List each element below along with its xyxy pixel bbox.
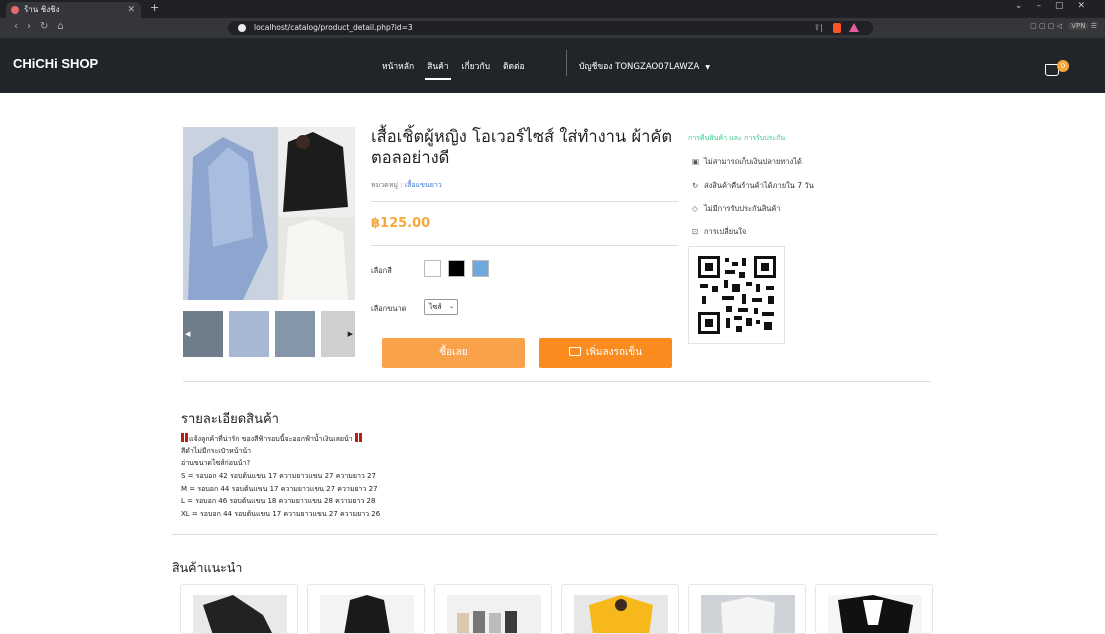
flag-icon	[354, 433, 358, 442]
product-card-image	[574, 595, 668, 633]
browser-tab[interactable]: ร้าน ชิงชิง ✕	[6, 2, 141, 18]
guarantee-text: การเปลี่ยนใจ	[704, 227, 747, 236]
rewards-icon[interactable]	[849, 23, 859, 32]
flag-icon	[358, 433, 362, 442]
size-select[interactable]: ไซส์ ⌄	[424, 299, 458, 315]
address-bar-row: ‹›↻⌂ localhost/catalog/product_detail.ph…	[0, 18, 1105, 38]
flag-icon	[185, 433, 188, 442]
color-swatch-blue[interactable]	[472, 260, 489, 277]
cart-count-badge: 0	[1057, 60, 1069, 72]
main-nav: หน้าหลัก สินค้า เกี่ยวกับ ติดต่อ	[382, 59, 538, 80]
details-line: XL = รอบอก 44 รอบต้นแขน 17 ความยาวแขน 27…	[181, 510, 381, 518]
brand-logo[interactable]: CHiCHi SHOP	[13, 56, 98, 71]
guarantee-title: การคืนสินค้า และ การรับประกัน	[688, 134, 786, 142]
divider	[371, 245, 678, 246]
divider	[371, 201, 678, 202]
window-controls[interactable]: ⌄–▢✕	[1015, 1, 1099, 11]
product-price: ฿125.00	[371, 216, 431, 231]
url-text: localhost/catalog/product_detail.php?id=…	[254, 23, 413, 32]
chevron-down-icon: ⌄	[448, 303, 454, 310]
prev-thumbnail-icon[interactable]: ◀	[185, 330, 190, 338]
cart-icon	[568, 347, 581, 356]
details-line: M = รอบอก 44 รอบต้นแขน 17 ความยาวแขน 27 …	[181, 485, 378, 493]
return-icon: ↻	[692, 181, 699, 190]
product-card-image	[447, 595, 541, 633]
nav-about[interactable]: เกี่ยวกับ	[462, 59, 490, 80]
thumbnail-strip: ◀ ▶	[183, 311, 355, 357]
url-field[interactable]: localhost/catalog/product_detail.php?id=…	[228, 21, 873, 35]
tab-favicon-icon	[11, 6, 19, 14]
close-tab-icon[interactable]: ✕	[127, 2, 135, 18]
thumbnail-3[interactable]	[275, 311, 315, 357]
color-swatch-white[interactable]	[424, 260, 441, 277]
color-swatch-black[interactable]	[448, 260, 465, 277]
guarantee-text: ไม่มีการรับประกันสินค้า	[704, 204, 781, 213]
vpn-button[interactable]: VPN	[1068, 22, 1089, 30]
guarantee-text: ไม่สามารถเก็บเงินปลายทางได้	[704, 157, 802, 166]
guarantee-item: ▣ ไม่สามารถเก็บเงินปลายทางได้	[692, 156, 802, 168]
details-line: L = รอบอก 46 รอบต้นแขน 18 ความยาวแขน 28 …	[181, 497, 376, 505]
nav-products[interactable]: สินค้า	[425, 59, 452, 80]
guarantee-item: ↻ ส่งสินค้าคืนร้านค้าได้ภายใน 7 วัน	[692, 180, 814, 192]
product-main-image[interactable]	[183, 127, 355, 300]
product-card-image	[828, 595, 922, 633]
buy-now-button[interactable]: ซื้อเลย	[382, 338, 525, 368]
nav-divider	[566, 50, 567, 76]
guarantee-item: ⊡ การเปลี่ยนใจ	[692, 226, 746, 238]
recommended-heading: สินค้าแนะนำ	[172, 560, 243, 575]
details-line: S = รอบอก 42 รอบต้นแขน 17 ความยาวแขน 27 …	[181, 472, 376, 480]
product-card-image	[701, 595, 795, 633]
flag-icon	[181, 433, 184, 442]
shield-icon: ◇	[692, 204, 698, 213]
new-tab-icon[interactable]: +	[150, 1, 159, 14]
add-to-cart-label: เพิ่มลงรถเข็น	[585, 347, 643, 358]
color-label: เลือกสี	[371, 266, 392, 275]
tab-title: ร้าน ชิงชิง	[24, 5, 60, 14]
product-card-image	[320, 595, 414, 633]
site-navbar: CHiCHi SHOP หน้าหลัก สินค้า เกี่ยวกับ ติ…	[0, 38, 1105, 93]
next-thumbnail-icon[interactable]: ▶	[348, 330, 353, 338]
details-line: อ่านขนาดไซส์ก่อนน้า?	[181, 459, 251, 467]
account-dropdown[interactable]: บัญชีของ TONGZAO07LAWZA ▼	[579, 59, 710, 73]
product-photo	[183, 127, 355, 300]
browser-toolbar-icons[interactable]: ▢ ▢ ▢ ◁ VPN ☰	[1030, 22, 1097, 30]
guarantee-item: ◇ ไม่มีการรับประกันสินค้า	[692, 203, 781, 215]
account-label: บัญชีของ TONGZAO07LAWZA	[579, 62, 700, 72]
thumbnail-4[interactable]: ▶	[321, 311, 355, 357]
cash-icon: ▣	[692, 157, 700, 166]
section-divider	[183, 381, 931, 382]
size-selected-value: ไซส์	[429, 303, 442, 311]
details-line: แจ้งลูกค้าที่น่ารัก ของสีฟ้ารอบนี้จะออกฟ…	[181, 433, 363, 445]
details-text: แจ้งลูกค้าที่น่ารัก ของสีฟ้ารอบนี้จะออกฟ…	[189, 435, 353, 443]
category-link[interactable]: เสื้อแขนยาว	[405, 181, 442, 189]
product-card-image	[193, 595, 287, 633]
nav-home[interactable]: หน้าหลัก	[382, 59, 414, 80]
details-heading: รายละเอียดสินค้า	[181, 412, 279, 427]
thumbnail-2[interactable]	[229, 311, 269, 357]
browser-nav-buttons[interactable]: ‹›↻⌂	[14, 21, 73, 32]
guarantee-text: ส่งสินค้าคืนร้านค้าได้ภายใน 7 วัน	[704, 181, 814, 190]
brave-shield-icon[interactable]	[833, 23, 841, 33]
browser-tab-bar: ร้าน ชิงชิง ✕ + ⌄–▢✕	[0, 0, 1105, 18]
bag-icon: ⊡	[692, 227, 699, 236]
thumbnail-1[interactable]: ◀	[183, 311, 223, 357]
chevron-down-icon: ▼	[705, 64, 710, 71]
details-line: สีดำไม่มีกระเป๋าหน้าน้า	[181, 447, 252, 455]
size-label: เลือกขนาด	[371, 304, 407, 313]
site-info-icon[interactable]	[238, 24, 246, 32]
product-title: เสื้อเชิ้ตผู้หญิง โอเวอร์ไซส์ ใส่ทำงาน ผ…	[371, 127, 673, 167]
qr-code	[688, 246, 785, 344]
add-to-cart-button[interactable]: เพิ่มลงรถเข็น	[539, 338, 672, 368]
section-divider	[172, 534, 938, 535]
category-label: หมวดหมู่ :	[371, 181, 403, 189]
product-category: หมวดหมู่ : เสื้อแขนยาว	[371, 180, 442, 191]
share-icon[interactable]: ⇪|	[814, 21, 823, 35]
qr-code-image	[698, 256, 776, 334]
nav-contact[interactable]: ติดต่อ	[503, 59, 525, 80]
